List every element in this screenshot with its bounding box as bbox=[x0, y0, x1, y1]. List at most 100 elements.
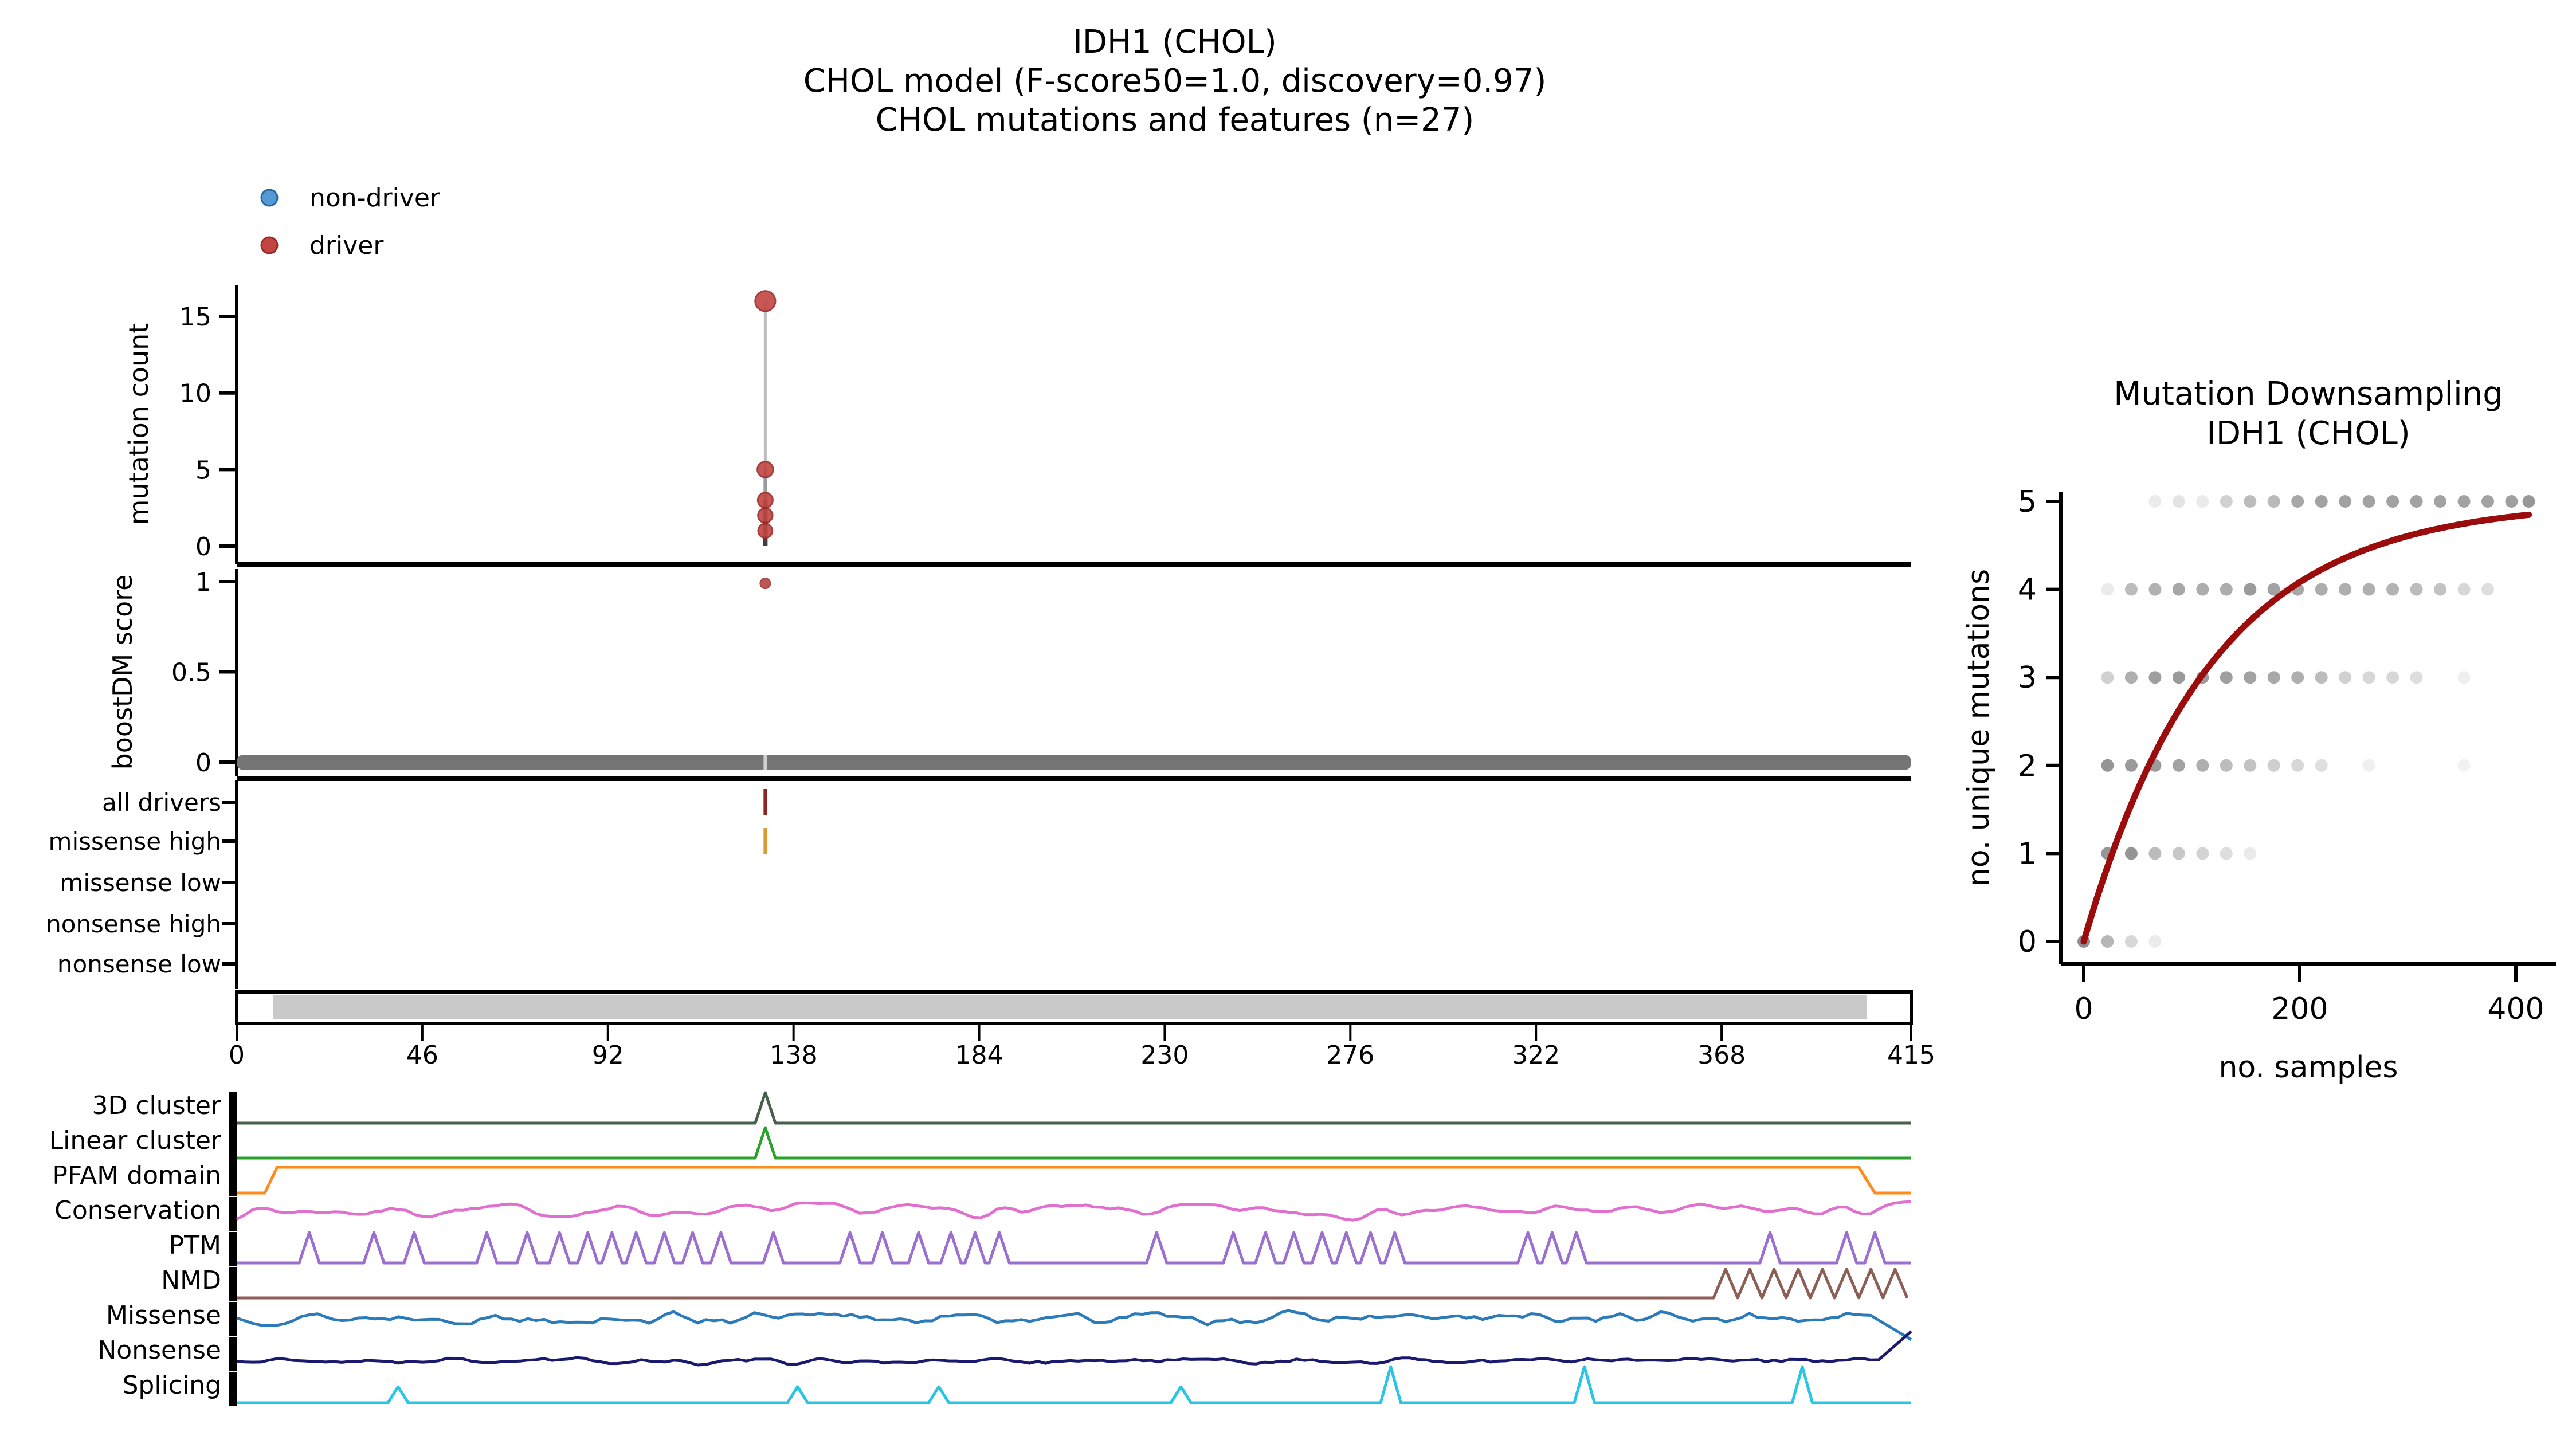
downsampling-dot bbox=[2523, 495, 2535, 508]
downsampling-dot bbox=[2244, 759, 2256, 772]
downsampling-dot bbox=[2386, 671, 2399, 684]
downsampling-dot bbox=[2220, 759, 2233, 772]
legend-marker-driver bbox=[261, 237, 277, 253]
driver-score-dot bbox=[760, 578, 770, 588]
downsampling-dot bbox=[2339, 583, 2351, 596]
driver-mutation-dot bbox=[758, 508, 773, 523]
downsampling-dot bbox=[2339, 495, 2351, 508]
panel1-ytick-label: 15 bbox=[179, 303, 211, 332]
downsampling-dot bbox=[2196, 759, 2209, 772]
downsampling-ytick-label: 2 bbox=[2018, 749, 2037, 783]
row-label-missense-high: missense high bbox=[49, 827, 221, 856]
track-label-Splicing: Splicing bbox=[122, 1371, 221, 1400]
track-label-Linear-cluster: Linear cluster bbox=[49, 1126, 222, 1155]
downsampling-xtick-label: 400 bbox=[2487, 992, 2544, 1026]
downsampling-xtick-label: 200 bbox=[2271, 992, 2328, 1026]
track-axis-bar bbox=[229, 1267, 237, 1301]
downsampling-dot bbox=[2363, 583, 2375, 596]
downsampling-dot bbox=[2196, 495, 2209, 508]
track-axis-bar bbox=[229, 1162, 237, 1196]
panel2-ytick-label: 0 bbox=[195, 748, 211, 778]
downsampling-dot bbox=[2410, 583, 2423, 596]
figure-title-line-2: CHOL model (F-score50=1.0, discovery=0.9… bbox=[803, 62, 1547, 100]
downsampling-dot bbox=[2291, 759, 2304, 772]
downsampling-dot bbox=[2458, 583, 2471, 596]
track-line-Nonsense bbox=[237, 1331, 1911, 1365]
downsampling-dot bbox=[2101, 583, 2114, 596]
downsampling-dot bbox=[2173, 847, 2185, 860]
non-driver-score-band bbox=[237, 755, 1911, 770]
xaxis-tick-label: 276 bbox=[1326, 1041, 1374, 1070]
driver-mutation-dot bbox=[758, 524, 773, 538]
downsampling-dot bbox=[2173, 671, 2185, 684]
downsampling-dot bbox=[2196, 583, 2209, 596]
track-label-NMD: NMD bbox=[161, 1266, 221, 1295]
legend: non-driver driver bbox=[309, 183, 441, 260]
downsampling-dot bbox=[2244, 847, 2256, 860]
downsampling-dot bbox=[2125, 759, 2138, 772]
track-line-Conservation bbox=[237, 1202, 1911, 1220]
downsampling-dot bbox=[2386, 583, 2399, 596]
downsampling-dot bbox=[2481, 583, 2494, 596]
downsampling-dot bbox=[2220, 583, 2233, 596]
figure-title-line-1: IDH1 (CHOL) bbox=[1073, 23, 1276, 61]
xaxis-tick-label: 0 bbox=[229, 1041, 245, 1070]
downsampling-dot bbox=[2101, 935, 2114, 948]
downsampling-title-line-1: Mutation Downsampling bbox=[2114, 375, 2503, 413]
downsampling-title-line-2: IDH1 (CHOL) bbox=[2206, 415, 2410, 452]
xaxis-tick-label: 322 bbox=[1512, 1041, 1560, 1070]
track-line-NMD bbox=[237, 1269, 1907, 1298]
downsampling-dot bbox=[2148, 847, 2161, 860]
downsampling-dot bbox=[2315, 583, 2328, 596]
downsampling-dot bbox=[2244, 495, 2256, 508]
downsampling-dot bbox=[2173, 759, 2185, 772]
xaxis-tick-label: 92 bbox=[592, 1041, 624, 1070]
downsampling-ytick-label: 3 bbox=[2018, 661, 2037, 695]
ylabel-boostdm-score: boostDM score bbox=[107, 575, 138, 770]
downsampling-dot bbox=[2268, 495, 2280, 508]
downsampling-dot bbox=[2363, 759, 2375, 772]
downsampling-dot bbox=[2410, 495, 2423, 508]
row-label-nonsense-high: nonsense high bbox=[46, 910, 221, 938]
track-line-Missense bbox=[237, 1310, 1911, 1340]
track-axis-bar bbox=[229, 1232, 237, 1266]
downsampling-dot bbox=[2410, 671, 2423, 684]
downsampling-dot bbox=[2291, 495, 2304, 508]
downsampling-dot bbox=[2315, 671, 2328, 684]
downsampling-dot bbox=[2173, 583, 2185, 596]
downsampling-ytick-label: 4 bbox=[2018, 573, 2037, 607]
track-axis-bar bbox=[229, 1302, 237, 1336]
xaxis-tick-label: 368 bbox=[1697, 1041, 1746, 1070]
xaxis-tick-label: 184 bbox=[955, 1041, 1003, 1070]
track-label-Nonsense: Nonsense bbox=[97, 1336, 221, 1365]
downsampling-dot bbox=[2268, 671, 2280, 684]
downsampling-dot bbox=[2220, 671, 2233, 684]
track-label-PFAM-domain: PFAM domain bbox=[52, 1161, 221, 1190]
downsampling-dot bbox=[2386, 495, 2399, 508]
downsampling-dot bbox=[2434, 495, 2446, 508]
xaxis-tick-label: 230 bbox=[1140, 1041, 1189, 1070]
driver-mutation-dot bbox=[758, 493, 773, 508]
downsampling-dot bbox=[2244, 583, 2256, 596]
panel1-ytick-label: 5 bbox=[195, 456, 211, 485]
domain-rect bbox=[273, 995, 1867, 1019]
track-line-3D-cluster bbox=[237, 1093, 1911, 1123]
track-label-3D-cluster: 3D cluster bbox=[92, 1091, 222, 1120]
downsampling-ylabel: no. unique mutations bbox=[1962, 569, 1996, 886]
downsampling-dot bbox=[2125, 847, 2138, 860]
panel2-ytick-label: 1 bbox=[195, 568, 211, 597]
downsampling-dot bbox=[2148, 495, 2161, 508]
driver-mutation-dot bbox=[758, 462, 774, 478]
ylabel-mutation-count: mutation count bbox=[123, 323, 154, 525]
driver-mutation-dot bbox=[755, 291, 775, 311]
downsampling-dot bbox=[2244, 671, 2256, 684]
track-axis-bar bbox=[229, 1127, 237, 1162]
downsampling-dot bbox=[2173, 495, 2185, 508]
downsampling-dot bbox=[2220, 847, 2233, 860]
downsampling-dot bbox=[2148, 935, 2161, 948]
downsampling-dot bbox=[2434, 583, 2446, 596]
figure-title-line-3: CHOL mutations and features (n=27) bbox=[876, 101, 1475, 139]
downsampling-dot bbox=[2458, 495, 2471, 508]
downsampling-dot bbox=[2505, 495, 2518, 508]
score-band-gap bbox=[763, 755, 767, 770]
